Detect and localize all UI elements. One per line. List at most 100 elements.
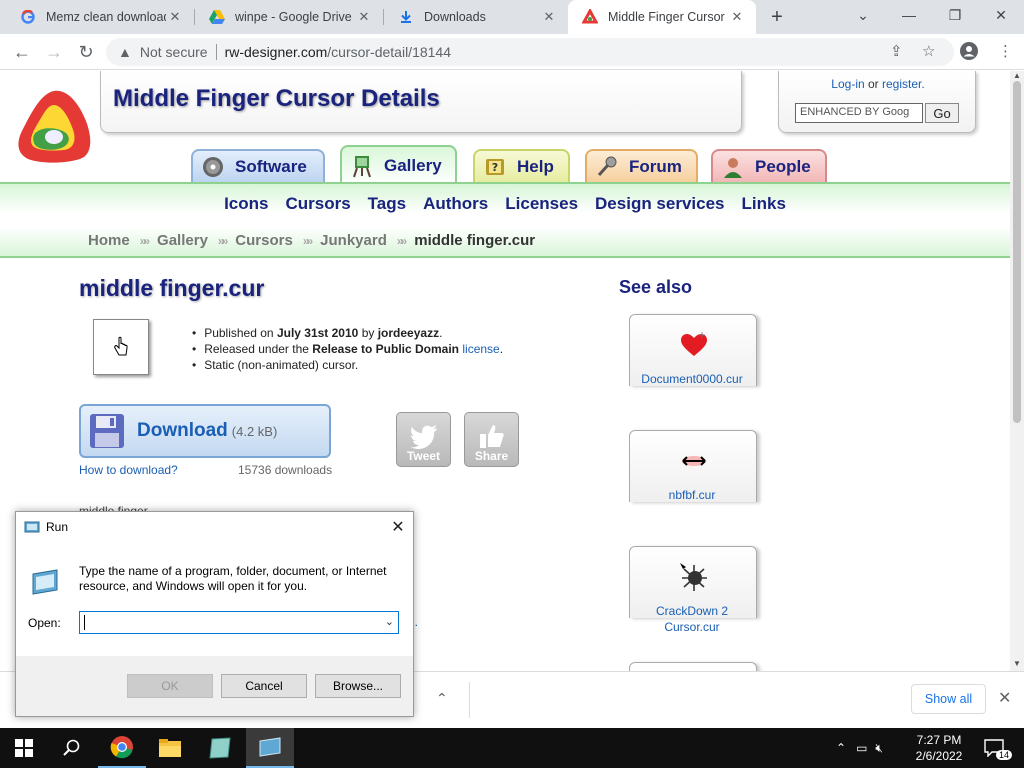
tab-help[interactable]: ? Help: [473, 149, 570, 183]
page-title: Middle Finger Cursor Details: [113, 85, 440, 112]
download-label: Download: [137, 420, 228, 441]
menu-band: Icons Cursors Tags Authors Licenses Desi…: [0, 182, 1010, 258]
share-button[interactable]: Share: [464, 412, 519, 467]
tab-google-drive[interactable]: winpe - Google Drive ✕: [195, 0, 383, 34]
search-input[interactable]: ENHANCED BY Goog: [795, 103, 923, 123]
breadcrumb-junkyard[interactable]: Junkyard: [320, 232, 387, 249]
security-label[interactable]: Not secure: [140, 44, 208, 60]
rw-designer-logo-icon[interactable]: [14, 87, 98, 167]
text-caret: [84, 615, 85, 630]
chrome-icon: [110, 736, 133, 759]
tab-forum[interactable]: Forum: [585, 149, 698, 183]
folder-icon: [159, 739, 181, 757]
login-link[interactable]: Log-in: [831, 77, 864, 91]
downloads-count: 15736 downloads: [238, 463, 333, 477]
breadcrumb-cursors[interactable]: Cursors: [235, 232, 293, 249]
run-footer: OK Cancel Browse...: [16, 656, 413, 716]
profile-avatar-icon[interactable]: [960, 42, 978, 64]
tab-memz[interactable]: Memz clean download ✕: [6, 0, 194, 34]
url-path: /cursor-detail/18144: [327, 44, 452, 60]
new-tab-button[interactable]: +: [766, 6, 788, 28]
start-button[interactable]: [0, 728, 48, 768]
cancel-button[interactable]: Cancel: [221, 674, 307, 698]
tab-gallery[interactable]: Gallery: [340, 145, 457, 185]
see-also-name[interactable]: Document0000.cur: [629, 371, 755, 387]
page-scrollbar[interactable]: ▲ ▼: [1010, 71, 1024, 671]
run-title: Run: [46, 520, 69, 534]
restore-icon[interactable]: ❐: [932, 0, 978, 30]
register-link[interactable]: register.: [882, 77, 925, 91]
run-title-bar[interactable]: Run: [16, 512, 413, 542]
heart-cursor-icon: [680, 331, 708, 359]
taskbar-file-explorer[interactable]: [146, 728, 194, 768]
clock[interactable]: 7:27 PM 2/6/2022: [906, 732, 972, 764]
author-link[interactable]: jordeeyazz: [378, 326, 439, 340]
breadcrumb-gallery[interactable]: Gallery: [157, 232, 208, 249]
scroll-thumb[interactable]: [1013, 81, 1021, 423]
close-tab-icon[interactable]: ✕: [728, 8, 746, 26]
tab-label: Gallery: [384, 156, 442, 175]
scroll-up-icon[interactable]: ▲: [1013, 71, 1021, 80]
close-tab-icon[interactable]: ✕: [166, 8, 184, 26]
share-icon[interactable]: ⇪: [890, 42, 903, 60]
see-also-heading: See also: [619, 277, 693, 297]
tray-chevron-up-icon[interactable]: ⌃: [836, 741, 846, 755]
released-prefix: Released under the: [204, 342, 309, 356]
notifications-button[interactable]: 14: [984, 728, 1013, 768]
search-go-button[interactable]: Go: [925, 103, 959, 123]
url-text[interactable]: rw-designer.com/cursor-detail/18144: [225, 44, 451, 60]
taskbar-chrome[interactable]: [98, 728, 146, 768]
menu-item-icons[interactable]: Icons: [224, 194, 268, 214]
open-combobox[interactable]: ⌄: [79, 611, 399, 634]
close-icon[interactable]: ✕: [386, 516, 410, 538]
menu-item-links[interactable]: Links: [742, 194, 786, 214]
see-also-name[interactable]: CrackDown 2 Cursor.cur: [629, 603, 755, 635]
close-window-icon[interactable]: ✕: [978, 0, 1024, 30]
minimize-icon[interactable]: —: [886, 0, 932, 30]
tab-label: Software: [235, 157, 307, 176]
see-also-card[interactable]: [629, 662, 757, 671]
menu-item-tags[interactable]: Tags: [368, 194, 406, 214]
cursor-preview: [93, 319, 149, 375]
bookmark-star-icon[interactable]: ☆: [922, 42, 935, 60]
menu-item-design-services[interactable]: Design services: [595, 194, 724, 214]
menu-item-cursors[interactable]: Cursors: [285, 194, 350, 214]
license-link[interactable]: license: [462, 342, 499, 356]
close-shelf-icon[interactable]: ✕: [998, 688, 1011, 708]
easel-icon: [350, 154, 374, 178]
tab-downloads[interactable]: Downloads ✕: [384, 0, 568, 34]
taskbar-search-button[interactable]: [48, 728, 96, 768]
show-all-button[interactable]: Show all: [911, 684, 986, 714]
chevron-up-icon[interactable]: ⌃: [436, 690, 448, 707]
how-to-download-link[interactable]: How to download?: [79, 463, 178, 477]
tab-software[interactable]: Software: [191, 149, 325, 183]
breadcrumb-home[interactable]: Home: [88, 232, 130, 249]
tab-search-icon[interactable]: ⌄: [840, 0, 886, 30]
close-tab-icon[interactable]: ✕: [355, 8, 373, 26]
chrome-menu-icon[interactable]: ⋮: [998, 42, 1013, 60]
tab-middle-finger-cursor[interactable]: Middle Finger Cursor ✕: [568, 0, 756, 34]
network-icon[interactable]: ▭: [856, 741, 867, 755]
forward-icon[interactable]: →: [42, 40, 66, 64]
download-button[interactable]: Download (4.2 kB): [79, 404, 331, 458]
tab-people[interactable]: People: [711, 149, 827, 183]
close-tab-icon[interactable]: ✕: [540, 8, 558, 26]
menu-item-authors[interactable]: Authors: [423, 194, 488, 214]
back-icon[interactable]: ←: [10, 40, 34, 64]
chevron-down-icon[interactable]: ⌄: [385, 615, 394, 628]
taskbar-app[interactable]: [196, 728, 244, 768]
menu-item-licenses[interactable]: Licenses: [505, 194, 578, 214]
warning-icon[interactable]: ▲: [118, 44, 132, 60]
taskbar-run[interactable]: [246, 728, 294, 768]
address-bar[interactable]: ▲ Not secure rw-designer.com/cursor-deta…: [106, 38, 954, 66]
see-also-name[interactable]: nbfbf.cur: [629, 487, 755, 503]
tweet-button[interactable]: Tweet: [396, 412, 451, 467]
run-app-icon: [24, 521, 40, 533]
svg-text:?: ?: [492, 161, 498, 174]
scroll-down-icon[interactable]: ▼: [1013, 659, 1021, 668]
ok-button[interactable]: OK: [127, 674, 213, 698]
volume-muted-icon[interactable]: 🔇︎: [875, 741, 883, 756]
tab-label: Help: [517, 157, 554, 176]
browse-button[interactable]: Browse...: [315, 674, 401, 698]
reload-icon[interactable]: ↻: [74, 40, 98, 64]
